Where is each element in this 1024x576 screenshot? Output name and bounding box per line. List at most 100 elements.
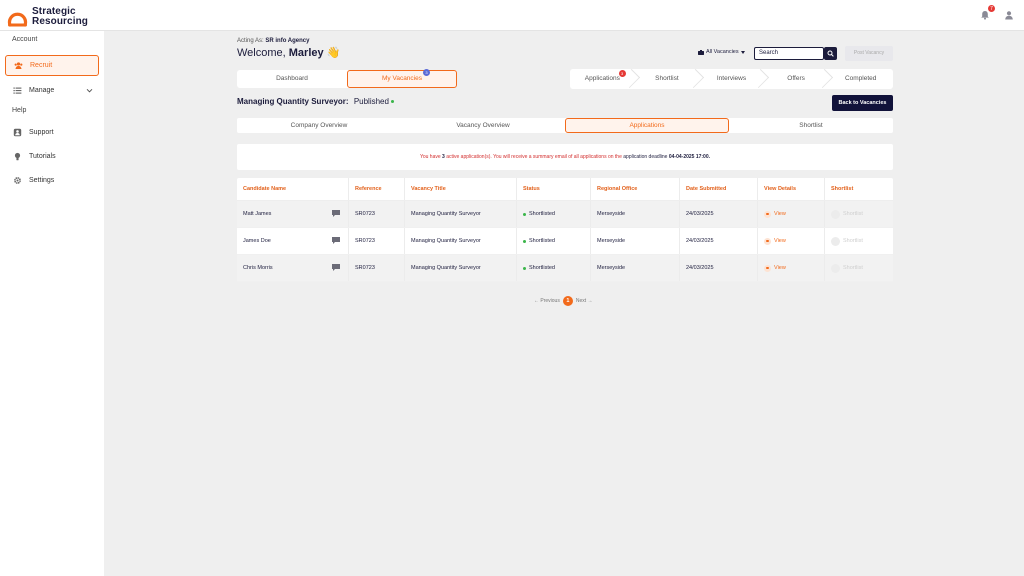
office-cell: Merseyside xyxy=(591,255,680,281)
sidebar-item-recruit[interactable]: Recruit xyxy=(5,55,99,76)
comment-icon[interactable] xyxy=(332,264,340,271)
tab-my-vacancies[interactable]: My Vacancies 3 xyxy=(347,69,457,88)
status-dot xyxy=(523,212,526,216)
stage-badge: 3 xyxy=(618,70,626,77)
subtab-company-overview[interactable]: Company Overview xyxy=(237,118,401,133)
date-cell: 24/03/2025 xyxy=(680,255,758,281)
logo[interactable]: Strategic Resourcing xyxy=(7,6,88,28)
shortlist-label: Shortlist xyxy=(843,211,863,217)
logo-mark-icon xyxy=(7,12,28,27)
view-button[interactable]: View xyxy=(764,210,786,218)
candidate-name: James Doe xyxy=(243,238,271,244)
gear-icon xyxy=(13,176,22,185)
shortlist-button[interactable]: Shortlist xyxy=(831,236,863,246)
page-number-current[interactable]: 1 xyxy=(562,296,573,306)
view-label: View xyxy=(774,265,786,271)
search-input[interactable]: Search xyxy=(754,47,824,60)
view-details-cell: View xyxy=(758,228,825,254)
logo-line-2: Resourcing xyxy=(32,16,89,27)
sidebar-item-settings[interactable]: Settings xyxy=(5,170,99,191)
sidebar-item-label: Support xyxy=(29,129,54,136)
candidate-name-cell: James Doe xyxy=(237,228,349,254)
subtab-shortlist[interactable]: Shortlist xyxy=(729,118,893,133)
post-vacancy-button[interactable]: Post Vacancy xyxy=(845,46,893,61)
subtab-applications[interactable]: Applications xyxy=(565,118,729,133)
stage-shortlist[interactable]: Shortlist xyxy=(635,69,700,89)
sidebar-section-account: Account xyxy=(12,36,38,43)
sidebar-section-help: Help xyxy=(12,107,27,114)
notice-deadline-label: application deadline xyxy=(623,154,668,160)
candidate-name: Chris Morris xyxy=(243,265,273,271)
comment-icon[interactable] xyxy=(332,210,340,217)
comment-icon[interactable] xyxy=(332,237,340,244)
candidate-name: Matt James xyxy=(243,211,272,217)
sidebar-item-label: Settings xyxy=(29,177,55,184)
main-tabs: Dashboard My Vacancies 3 xyxy=(237,69,457,88)
sidebar-item-support[interactable]: Support xyxy=(5,122,99,143)
candidate-name-cell: Matt James xyxy=(237,201,349,227)
shortlist-icon xyxy=(831,209,840,219)
date-cell: 24/03/2025 xyxy=(680,228,758,254)
bulb-icon xyxy=(13,152,22,161)
welcome-heading: Welcome, Marley 👋 xyxy=(237,46,340,59)
vacancy-title-cell: Managing Quantity Surveyor xyxy=(405,255,517,281)
header-view-details: View Details xyxy=(758,178,825,200)
next-page-button[interactable]: Next → xyxy=(576,298,593,304)
shortlist-label: Shortlist xyxy=(843,265,863,271)
shortlist-button[interactable]: Shortlist xyxy=(831,209,863,219)
shortlist-cell: Shortlist xyxy=(825,255,893,281)
header-candidate-name: Candidate Name xyxy=(237,178,349,200)
sidebar: Account Recruit Manage Help Support Tuto… xyxy=(0,31,104,576)
view-details-cell: View xyxy=(758,201,825,227)
eye-icon xyxy=(764,237,771,245)
tab-label: My Vacancies xyxy=(382,75,422,82)
vacancy-title-cell: Managing Quantity Surveyor xyxy=(405,228,517,254)
header-shortlist: Shortlist xyxy=(831,186,854,192)
status-text: Shortlisted xyxy=(529,238,555,244)
sidebar-item-tutorials[interactable]: Tutorials xyxy=(5,146,99,167)
notice-count: 3 xyxy=(442,154,445,160)
sidebar-item-manage[interactable]: Manage xyxy=(5,80,99,101)
stage-applications[interactable]: Applications 3 xyxy=(570,69,635,89)
previous-page-button[interactable]: ← Previous xyxy=(534,298,560,304)
notification-badge: 7 xyxy=(988,5,995,12)
view-details-cell: View xyxy=(758,255,825,281)
subtab-vacancy-overview[interactable]: Vacancy Overview xyxy=(401,118,565,133)
office-cell: Merseyside xyxy=(591,201,680,227)
all-vacancies-label: All Vacancies xyxy=(706,49,739,55)
sidebar-item-label: Manage xyxy=(29,87,55,94)
reference-cell: SR0723 xyxy=(349,255,405,281)
tab-dashboard[interactable]: Dashboard xyxy=(237,70,347,88)
stage-completed[interactable]: Completed xyxy=(828,69,893,89)
stage-interviews[interactable]: Interviews xyxy=(699,69,764,89)
search-button[interactable] xyxy=(824,47,837,60)
status-text: Shortlisted xyxy=(529,265,555,271)
eye-icon xyxy=(764,264,771,272)
chevron-down-icon[interactable] xyxy=(86,87,93,94)
shortlist-cell: Shortlist xyxy=(825,228,893,254)
stage-offers[interactable]: Offers xyxy=(764,69,829,89)
back-to-vacancies-button[interactable]: Back to Vacancies xyxy=(832,95,893,111)
vacancy-title-text: Managing Quantity Surveyor: xyxy=(237,97,349,106)
header-status: Status xyxy=(517,178,591,200)
office-cell: Merseyside xyxy=(591,228,680,254)
date-cell: 24/03/2025 xyxy=(680,201,758,227)
shortlist-button[interactable]: Shortlist xyxy=(831,263,863,273)
sidebar-item-label: Recruit xyxy=(30,62,53,69)
acting-as-value: SR info Agency xyxy=(265,38,310,44)
header-regional-office: Regional Office xyxy=(591,178,680,200)
view-button[interactable]: View xyxy=(764,264,786,272)
pagination: ← Previous 1 Next → xyxy=(534,296,593,306)
acting-as-label: Acting As: xyxy=(237,38,264,44)
vacancy-title-cell: Managing Quantity Surveyor xyxy=(405,201,517,227)
acting-as: Acting As: SR info Agency xyxy=(237,38,309,44)
search-icon xyxy=(827,50,834,57)
view-button[interactable]: View xyxy=(764,237,786,245)
notice-pre: You have xyxy=(419,154,441,160)
bell-icon[interactable]: 7 xyxy=(978,5,995,22)
user-icon[interactable] xyxy=(1002,8,1016,22)
welcome-name: Marley xyxy=(288,47,324,59)
status-dot xyxy=(390,100,394,104)
status-cell: Shortlisted xyxy=(517,228,591,254)
all-vacancies-dropdown[interactable]: All Vacancies xyxy=(698,49,745,55)
